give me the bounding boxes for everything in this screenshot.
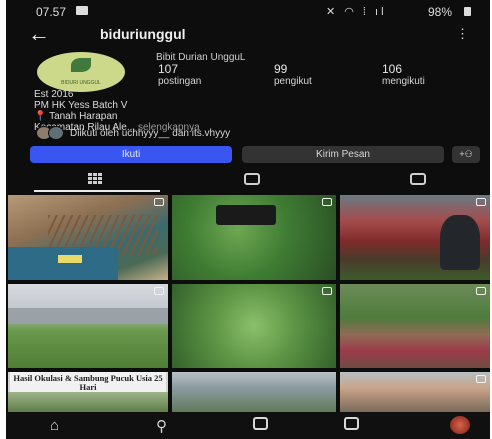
stat-followers-label: pengikut xyxy=(274,76,312,87)
stat-followers-count: 99 xyxy=(274,62,288,76)
post-image-detail xyxy=(58,255,82,263)
post-thumbnail[interactable] xyxy=(340,284,490,368)
tab-reels[interactable] xyxy=(244,173,260,188)
carousel-icon xyxy=(322,287,332,295)
reels-icon[interactable] xyxy=(344,417,359,434)
stat-followers[interactable]: 99 pengikut xyxy=(274,62,312,87)
leaf-logo-icon xyxy=(71,58,91,72)
tab-posts-grid[interactable] xyxy=(88,173,102,188)
post-thumbnail[interactable]: Hasil Okulasi & Sambung Pucuk Usia 25 Ha… xyxy=(8,372,168,412)
stat-posts[interactable]: 107 postingan xyxy=(158,62,201,87)
avatar-logo-text: BIDURI UNGGUL xyxy=(61,80,101,86)
post-thumbnail[interactable] xyxy=(340,372,490,412)
post-thumbnail[interactable] xyxy=(172,284,336,368)
grid-icon xyxy=(88,173,102,185)
followed-by-text: Diikuti oleh uchhyyy__ dan its.vhyyy xyxy=(70,128,231,139)
carousel-icon xyxy=(476,198,486,206)
post-image-detail xyxy=(8,392,168,412)
create-icon[interactable] xyxy=(253,417,268,434)
post-image-detail xyxy=(216,205,276,225)
phone-screen: 07.57 ✕ ◠ ⁞ ıl 98% ← biduriunggul ⋮ BIDU… xyxy=(6,0,490,439)
post-thumbnail[interactable] xyxy=(8,284,168,368)
create-box-icon xyxy=(253,417,268,430)
tab-tagged[interactable] xyxy=(410,173,426,188)
username: biduriunggul xyxy=(100,26,186,42)
post-image-detail xyxy=(8,247,118,280)
bio-line: Est 2016 xyxy=(34,89,74,100)
stat-following-label: mengikuti xyxy=(382,76,425,87)
post-thumbnail[interactable] xyxy=(172,372,336,412)
stat-following-count: 106 xyxy=(382,62,403,76)
tagged-icon xyxy=(410,173,426,185)
profile-tabs xyxy=(6,170,490,192)
active-tab-indicator xyxy=(34,190,160,192)
carousel-icon xyxy=(476,287,486,295)
bottom-nav: ⌂ ⚲ xyxy=(6,412,490,439)
carousel-icon xyxy=(322,198,332,206)
more-options-icon[interactable]: ⋮ xyxy=(456,26,469,42)
post-image-detail xyxy=(440,215,480,270)
followed-by[interactable]: Diikuti oleh uchhyyy__ dan its.vhyyy xyxy=(36,126,396,140)
status-icons: ✕ ◠ ⁞ ıl xyxy=(326,6,387,18)
post-thumbnail[interactable] xyxy=(172,195,336,280)
status-time: 07.57 xyxy=(36,5,67,19)
stat-posts-count: 107 xyxy=(158,62,179,76)
reels-icon xyxy=(244,173,260,185)
bio-line: PM HK Yess Batch V xyxy=(34,100,128,111)
carousel-icon xyxy=(154,287,164,295)
carousel-icon xyxy=(154,198,164,206)
battery-percent: 98% xyxy=(428,5,453,19)
reels-box-icon xyxy=(344,417,359,430)
suggested-users-button[interactable]: +⚇ xyxy=(452,146,480,163)
follower-avatar xyxy=(48,126,64,140)
location-pin-icon: 📍 xyxy=(34,111,47,122)
profile-avatar[interactable]: BIDURI UNGGUL xyxy=(37,52,125,92)
post-thumbnail[interactable] xyxy=(8,195,168,280)
stat-posts-label: postingan xyxy=(158,76,202,87)
mail-icon xyxy=(76,6,88,15)
carousel-icon xyxy=(476,375,486,383)
status-bar: 07.57 ✕ ◠ ⁞ ıl 98% xyxy=(6,0,490,22)
search-icon[interactable]: ⚲ xyxy=(156,417,167,435)
profile-header: ← biduriunggul ⋮ xyxy=(6,22,490,48)
message-button[interactable]: Kirim Pesan xyxy=(242,146,444,163)
stat-following[interactable]: 106 mengikuti xyxy=(382,62,425,87)
profile-avatar[interactable] xyxy=(450,416,470,434)
post-image-detail xyxy=(8,308,168,324)
follow-button[interactable]: Ikuti xyxy=(30,146,232,163)
battery-icon xyxy=(464,7,471,16)
post-thumbnail[interactable] xyxy=(340,195,490,280)
bio-line: Tanah Harapan xyxy=(49,111,118,122)
post-caption-text: Hasil Okulasi & Sambung Pucuk Usia 25 Ha… xyxy=(13,373,163,392)
back-arrow-icon[interactable]: ← xyxy=(28,22,50,46)
home-icon[interactable]: ⌂ xyxy=(50,417,59,434)
